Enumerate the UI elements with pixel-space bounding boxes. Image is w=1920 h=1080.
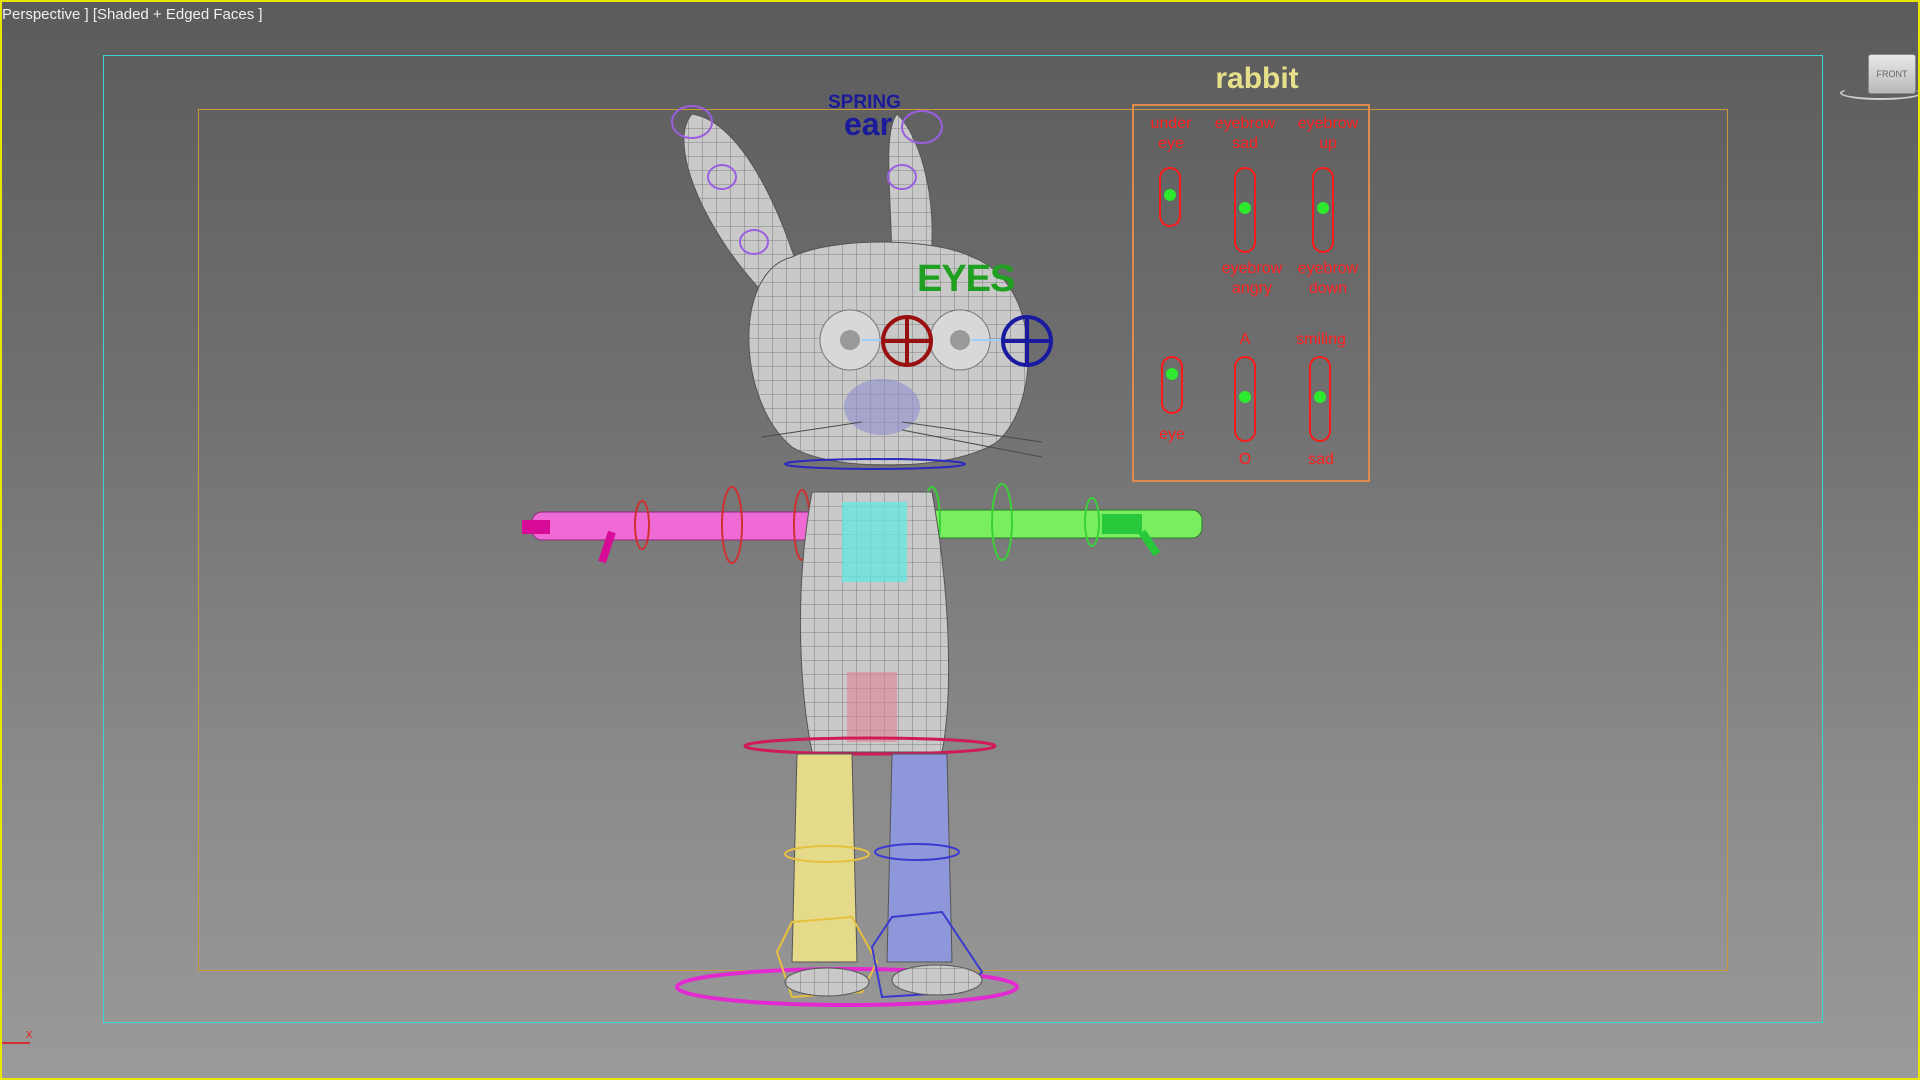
- smiling-label: smiling: [1296, 331, 1346, 348]
- eyebrow-sad-label: eyebrow sad: [1214, 115, 1276, 152]
- eyebrow-down-label: eyebrow down: [1297, 260, 1359, 297]
- eyes-label: EYES: [917, 258, 1015, 300]
- under-eye-knob[interactable]: [1164, 189, 1176, 201]
- eye-label: eye: [1159, 426, 1185, 443]
- eyebrow-sad-angry-knob[interactable]: [1239, 202, 1251, 214]
- perspective-viewport[interactable]: Perspective ] [Shaded + Edged Faces ] SP…: [0, 0, 1920, 1080]
- eyebrow-angry-label: eyebrow angry: [1221, 260, 1283, 297]
- axis-x-label: x: [26, 1026, 33, 1041]
- eyebrow-sad-angry-slider[interactable]: [1234, 167, 1256, 253]
- smiling-sad-slider[interactable]: [1309, 356, 1331, 442]
- eyebrow-up-down-slider[interactable]: [1312, 167, 1334, 253]
- eye-knob[interactable]: [1166, 368, 1178, 380]
- axis-tripod: [2, 1042, 30, 1044]
- eye-target-left: [881, 315, 933, 367]
- rabbit-model: [522, 105, 1203, 1007]
- under-eye-slider[interactable]: [1159, 167, 1181, 227]
- under-eye-label: under eye: [1150, 115, 1192, 152]
- smiling-sad-knob[interactable]: [1314, 391, 1326, 403]
- eyebrow-up-down-knob[interactable]: [1317, 202, 1329, 214]
- a-o-slider[interactable]: [1234, 356, 1256, 442]
- eye-slider[interactable]: [1161, 356, 1183, 414]
- viewcube-ring[interactable]: [1840, 86, 1918, 100]
- eye-target-right: [1001, 315, 1053, 367]
- eyebrow-up-label: eyebrow up: [1297, 115, 1359, 152]
- sad-label: sad: [1308, 451, 1334, 468]
- left-arm: [531, 511, 853, 541]
- ear-label: ear: [844, 106, 893, 142]
- a-o-knob[interactable]: [1239, 391, 1251, 403]
- a-label: A: [1239, 331, 1251, 348]
- o-label: O: [1238, 451, 1252, 468]
- left-leg: [791, 753, 858, 963]
- rig-title: rabbit: [1215, 62, 1299, 95]
